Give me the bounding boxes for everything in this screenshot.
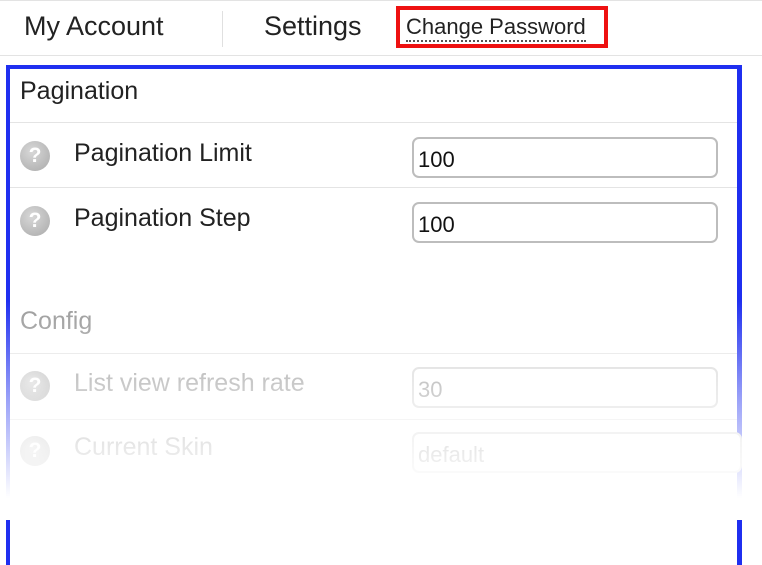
tab-settings[interactable]: Settings xyxy=(264,11,362,42)
row-divider xyxy=(10,419,737,420)
row-divider xyxy=(10,353,737,354)
tab-change-password-label[interactable]: Change Password xyxy=(406,15,586,42)
row-divider xyxy=(10,122,737,123)
list-view-refresh-rate-label: List view refresh rate xyxy=(74,369,305,397)
current-skin-label: Current Skin xyxy=(74,433,213,461)
help-icon[interactable]: ? xyxy=(20,206,50,236)
pagination-step-label: Pagination Step xyxy=(74,204,251,232)
pagination-limit-input[interactable] xyxy=(412,137,718,178)
tab-change-password[interactable]: Change Password xyxy=(396,6,608,48)
tab-divider xyxy=(222,11,223,47)
help-icon[interactable]: ? xyxy=(20,371,50,401)
help-icon[interactable]: ? xyxy=(20,436,50,466)
pagination-limit-label: Pagination Limit xyxy=(74,139,252,167)
pagination-step-input[interactable] xyxy=(412,202,718,243)
pagination-section-title: Pagination xyxy=(20,77,139,105)
tab-my-account[interactable]: My Account xyxy=(24,11,164,42)
row-divider xyxy=(10,187,737,188)
settings-panel: Pagination ? Pagination Limit ? Paginati… xyxy=(6,65,742,565)
help-icon[interactable]: ? xyxy=(20,141,50,171)
config-section-title: Config xyxy=(20,307,93,335)
list-view-refresh-rate-input[interactable] xyxy=(412,367,718,408)
current-skin-select[interactable] xyxy=(412,432,742,473)
top-tabs: My Account Settings Change Password xyxy=(0,0,762,56)
